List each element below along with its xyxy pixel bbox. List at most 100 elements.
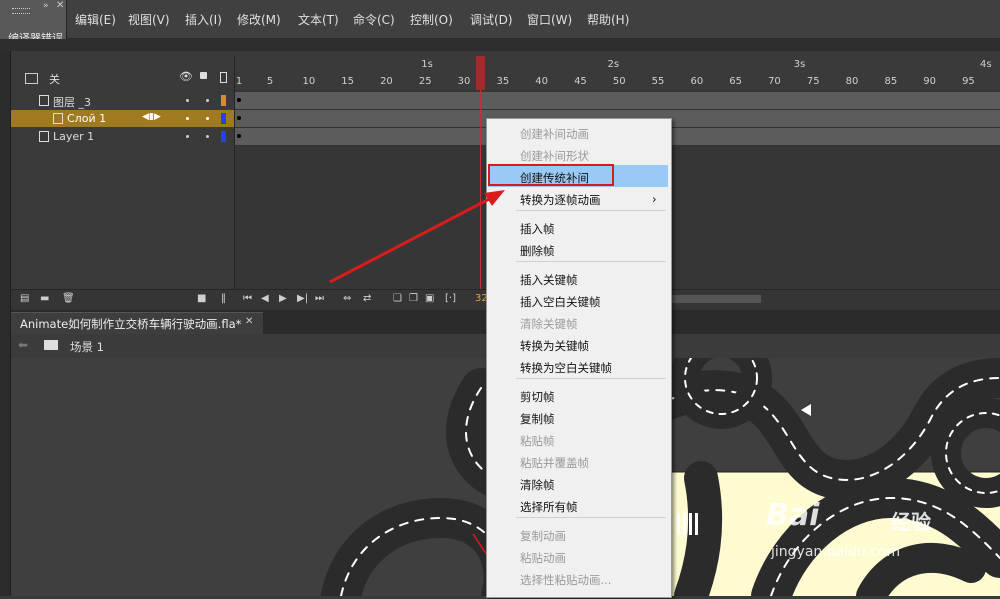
layer-icon: [53, 113, 63, 124]
menu-item[interactable]: 编辑(E): [75, 11, 116, 28]
layer-name[interactable]: Layer 1: [53, 130, 94, 143]
lock-icon[interactable]: [200, 72, 207, 79]
modify-markers-icon[interactable]: [·]: [445, 293, 456, 304]
frame-tick-label: 75: [806, 76, 820, 87]
context-menu-item[interactable]: 选择所有帧: [520, 499, 578, 515]
frame-tick-label: 80: [845, 76, 859, 87]
annotation-box: [488, 164, 614, 186]
layer-name[interactable]: Слой 1: [67, 112, 106, 125]
timeline-ruler[interactable]: 1 5 10 15 20 25 30 35 40 45 50 55 60 65 70 75 80 85 90 95 1s…: [235, 56, 1000, 91]
context-menu-item[interactable]: 剪切帧: [520, 389, 555, 405]
context-menu-item[interactable]: 插入关键帧: [520, 272, 578, 288]
direction-arrow-icon: [801, 404, 811, 416]
new-layer-icon[interactable]: ▤: [20, 293, 29, 304]
layer-color-swatch[interactable]: [221, 95, 226, 106]
frame-tick-label: 95: [962, 76, 975, 87]
eye-icon[interactable]: 👁: [179, 70, 193, 83]
frame-tick-label: 35: [496, 76, 510, 87]
menu-item[interactable]: 修改(M): [237, 11, 281, 28]
lock-dot[interactable]: [206, 99, 209, 102]
timeline-scrollbar[interactable]: [671, 295, 761, 303]
onion-outline-icon[interactable]: ❐: [409, 293, 418, 304]
layer-color-swatch[interactable]: [221, 113, 226, 124]
menu-item[interactable]: 调试(D): [470, 11, 513, 28]
visibility-dot[interactable]: [186, 99, 189, 102]
document-tab-title[interactable]: Animate如何制作立交桥车辆行驶动画.fla*: [20, 316, 241, 332]
frame-row[interactable]: [235, 92, 1000, 110]
context-menu-item[interactable]: 插入帧: [520, 221, 555, 237]
delete-layer-icon[interactable]: 🗑: [62, 293, 75, 304]
frame-tick-label: 55: [651, 76, 665, 87]
playhead-line: [479, 90, 481, 310]
outline-icon[interactable]: [220, 72, 227, 83]
step-back-icon[interactable]: ◀: [261, 293, 269, 304]
visibility-dot[interactable]: [186, 135, 189, 138]
play-icon[interactable]: ▶: [279, 293, 287, 304]
go-last-icon[interactable]: ⏭: [315, 293, 324, 304]
center-frame-icon[interactable]: ⇄: [363, 293, 371, 304]
loop-icon[interactable]: ⇔: [343, 293, 351, 304]
frame-tick-label: 15: [341, 76, 354, 87]
new-folder-icon[interactable]: ▬: [40, 293, 49, 304]
keyframe-dot[interactable]: [237, 116, 241, 120]
frame-tick-label: 60: [690, 76, 704, 87]
context-menu-item[interactable]: 复制动画: [520, 528, 566, 544]
layer-panel: 关 👁: [11, 56, 235, 289]
context-menu-item[interactable]: 创建补间形状: [520, 148, 589, 164]
layer-row[interactable]: Layer 1: [11, 128, 234, 145]
layer-color-swatch[interactable]: [221, 131, 226, 142]
split-icon[interactable]: ‖: [221, 293, 226, 304]
lock-dot[interactable]: [206, 135, 209, 138]
tab-close-icon[interactable]: ✕: [245, 316, 253, 327]
panel-grip-icon[interactable]: [12, 8, 30, 14]
layer-controls-icon[interactable]: ◀▮▶: [142, 112, 161, 122]
context-menu-item[interactable]: 转换为关键帧: [520, 338, 589, 354]
menu-item[interactable]: 帮助(H): [587, 11, 629, 28]
context-menu-item[interactable]: 复制帧: [520, 411, 555, 427]
scene-label[interactable]: 场景 1: [70, 339, 104, 355]
collapse-icon[interactable]: »: [43, 1, 49, 11]
keyframe-dot[interactable]: [237, 134, 241, 138]
step-forward-icon[interactable]: ▶|: [297, 293, 308, 304]
playhead[interactable]: [475, 56, 485, 90]
keyframe-dot[interactable]: [237, 98, 241, 102]
seconds-label: 3s: [793, 59, 806, 70]
context-menu-item[interactable]: 转换为逐帧动画: [520, 192, 601, 208]
menu-separator: [516, 517, 666, 518]
context-menu-item[interactable]: 删除帧: [520, 243, 555, 259]
layer-row[interactable]: 图层 _3: [11, 92, 234, 109]
menu-item[interactable]: 命令(C): [353, 11, 395, 28]
menu-item[interactable]: 窗口(W): [527, 11, 572, 28]
menu-item[interactable]: 视图(V): [128, 11, 170, 28]
camera-icon[interactable]: ■: [197, 293, 206, 304]
go-first-icon[interactable]: ⏮: [243, 293, 252, 304]
context-menu-item[interactable]: 清除帧: [520, 477, 555, 493]
layers-icon: [25, 73, 38, 84]
layer-name[interactable]: 图层 _3: [53, 94, 91, 110]
onion-skin-icon[interactable]: ❏: [393, 293, 402, 304]
context-menu-item[interactable]: 选择性粘贴动画...: [520, 572, 611, 588]
visibility-dot[interactable]: [186, 117, 189, 120]
frame-tick-label: 45: [574, 76, 587, 87]
context-menu-item[interactable]: 插入空白关键帧: [520, 294, 601, 310]
context-menu-item[interactable]: 粘贴帧: [520, 433, 555, 449]
back-arrow-icon[interactable]: ⬅: [18, 338, 28, 352]
frame-tick-label: 90: [923, 76, 936, 87]
menu-separator: [516, 261, 666, 262]
context-menu-item[interactable]: 清除关键帧: [520, 316, 578, 332]
context-menu-item[interactable]: 转换为空白关键帧: [520, 360, 612, 376]
lock-dot[interactable]: [206, 117, 209, 120]
layer-row[interactable]: Слой 1 ◀▮▶: [11, 110, 234, 127]
menu-item[interactable]: 控制(O): [410, 11, 453, 28]
close-icon[interactable]: ✕: [56, 0, 64, 11]
document-tab[interactable]: Animate如何制作立交桥车辆行驶动画.fla* ✕: [11, 312, 263, 335]
frame-tick-label: 30: [457, 76, 471, 87]
context-menu-item[interactable]: 粘贴并覆盖帧: [520, 455, 589, 471]
menu-item[interactable]: 插入(I): [185, 11, 222, 28]
context-menu: [486, 118, 672, 598]
frame-tick-label: 50: [612, 76, 626, 87]
context-menu-item[interactable]: 粘贴动画: [520, 550, 566, 566]
edit-multiple-icon[interactable]: ▣: [425, 293, 434, 304]
menu-item[interactable]: 文本(T): [298, 11, 339, 28]
context-menu-item[interactable]: 创建补间动画: [520, 126, 589, 142]
